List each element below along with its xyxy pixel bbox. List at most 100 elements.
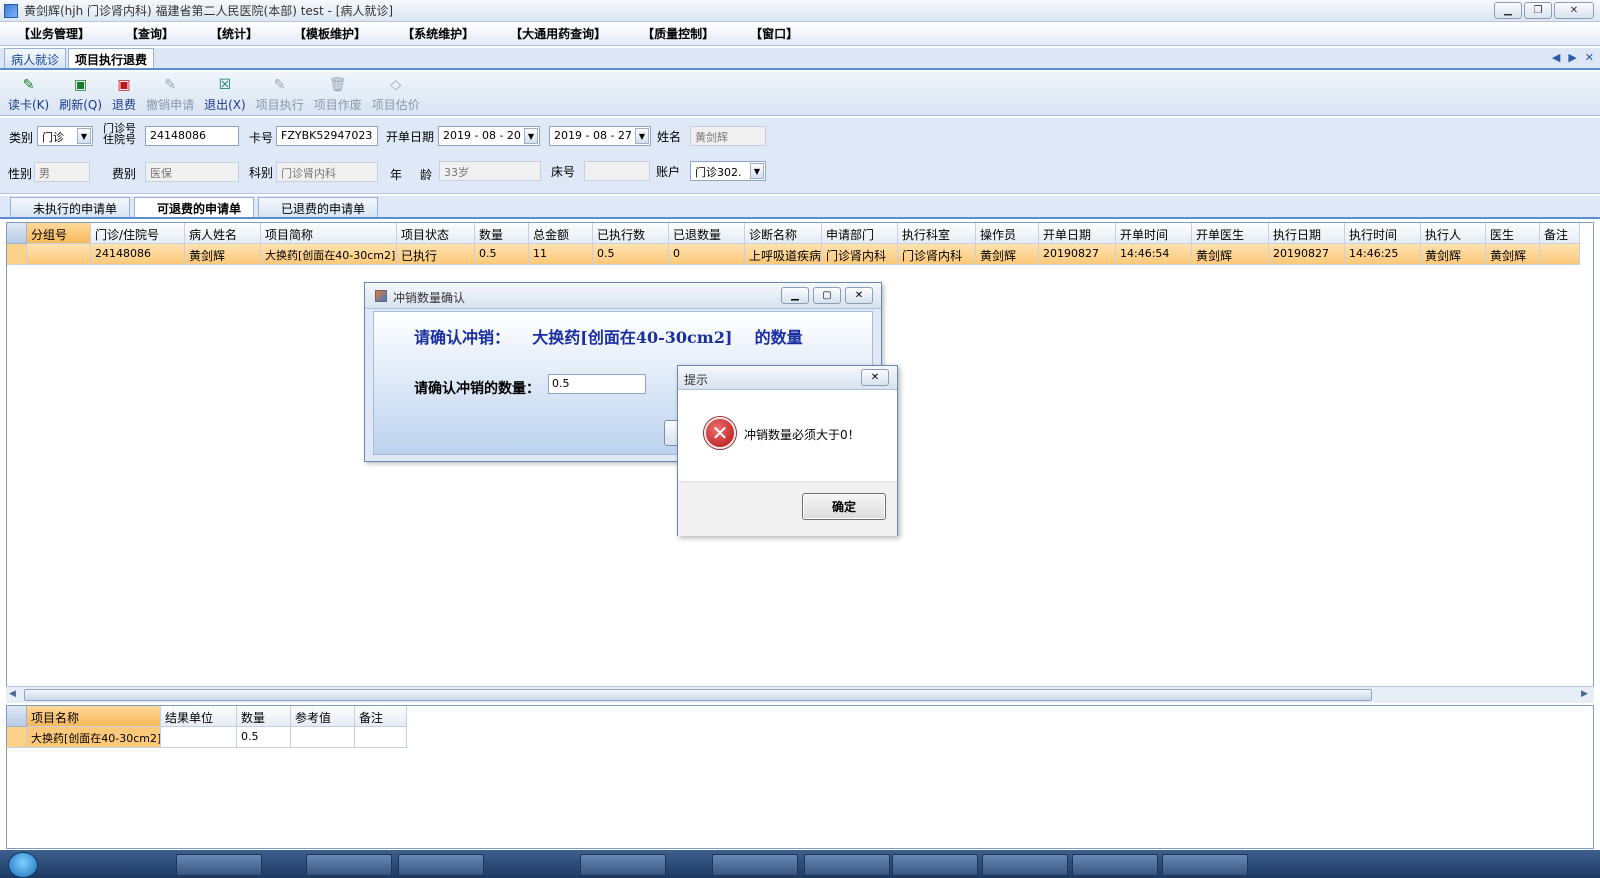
- title-bar: 黄剑辉(hjh 门诊肾内科) 福建省第二人民医院(本部) test - [病人就…: [0, 0, 1600, 22]
- execute-item-button[interactable]: ✎ 项目执行: [256, 72, 304, 113]
- scroll-thumb[interactable]: [24, 689, 1372, 701]
- scroll-left-icon[interactable]: ◀: [9, 689, 21, 701]
- col-doctor[interactable]: 医生: [1486, 223, 1540, 244]
- col-reference[interactable]: 参考值: [291, 706, 355, 727]
- alert-close-button[interactable]: ✕: [861, 369, 889, 386]
- exit-icon: ☒: [218, 77, 232, 93]
- taskbar-app[interactable]: [306, 854, 392, 876]
- dept-field[interactable]: 门诊肾内科: [276, 162, 378, 182]
- refresh-button[interactable]: ▣ 刷新(Q): [59, 72, 102, 113]
- tab-next-icon[interactable]: ▶: [1568, 51, 1576, 64]
- minimize-button[interactable]: ▁: [1494, 2, 1522, 19]
- tab-refunded-requests[interactable]: 已退费的申请单: [258, 197, 379, 217]
- menu-query[interactable]: 【查询】: [126, 25, 192, 42]
- gender-field[interactable]: 男: [34, 162, 90, 182]
- fee-type-field[interactable]: 医保: [145, 162, 239, 182]
- col-remark[interactable]: 备注: [1540, 223, 1580, 244]
- tab-unexecuted-requests[interactable]: 未执行的申请单: [10, 197, 131, 217]
- row-selector[interactable]: [7, 727, 27, 748]
- alert-ok-button[interactable]: 确定: [802, 493, 886, 520]
- void-item-button[interactable]: 🗑 项目作废: [314, 72, 362, 113]
- tab-close-icon[interactable]: ✕: [1585, 51, 1594, 64]
- tab-prev-icon[interactable]: ◀: [1552, 51, 1560, 64]
- category-select[interactable]: 门诊 ▼: [37, 126, 93, 146]
- col-detail-quantity[interactable]: 数量: [237, 706, 291, 727]
- col-patient-name[interactable]: 病人姓名: [185, 223, 261, 244]
- exit-button[interactable]: ☒ 退出(X): [204, 72, 246, 113]
- visit-no-input[interactable]: 24148086: [145, 126, 239, 146]
- restore-button[interactable]: ❐: [1524, 2, 1552, 19]
- col-executor[interactable]: 执行人: [1421, 223, 1486, 244]
- col-executed-count[interactable]: 已执行数: [593, 223, 669, 244]
- qty-input[interactable]: 0.5: [548, 374, 646, 394]
- col-item-short[interactable]: 项目简称: [261, 223, 397, 244]
- col-result-unit[interactable]: 结果单位: [161, 706, 237, 727]
- revoke-request-button[interactable]: ✎ 撤销申请: [146, 72, 194, 113]
- taskbar-app[interactable]: [804, 854, 890, 876]
- menu-business[interactable]: 【业务管理】: [18, 25, 108, 42]
- close-button[interactable]: ✕: [1554, 2, 1594, 19]
- date-from-picker[interactable]: 2019 - 08 - 20 ▼: [438, 126, 540, 146]
- col-detail-remark[interactable]: 备注: [355, 706, 407, 727]
- cell-executor: 黄剑辉: [1421, 244, 1486, 265]
- col-exec-date[interactable]: 执行日期: [1269, 223, 1345, 244]
- account-select[interactable]: 门诊302. ▼: [690, 161, 766, 181]
- tab-patient-visit[interactable]: 病人就诊: [4, 48, 67, 68]
- dialog-minimize-button[interactable]: ▁: [781, 287, 809, 304]
- col-visit-no[interactable]: 门诊/住院号: [91, 223, 185, 244]
- estimate-item-button[interactable]: ◇ 项目估价: [372, 72, 420, 113]
- taskbar-app[interactable]: [892, 854, 978, 876]
- col-open-time[interactable]: 开单时间: [1116, 223, 1192, 244]
- col-exec-dept[interactable]: 执行科室: [898, 223, 976, 244]
- card-no-input[interactable]: FZYBK52947023: [276, 126, 378, 146]
- col-open-date[interactable]: 开单日期: [1039, 223, 1116, 244]
- menu-window[interactable]: 【窗口】: [750, 25, 816, 42]
- cell-detail-quantity: 0.5: [237, 727, 291, 748]
- cell-diagnosis: 上呼吸道疾病: [745, 244, 822, 265]
- taskbar-app[interactable]: [580, 854, 666, 876]
- col-item-name[interactable]: 项目名称: [27, 706, 161, 727]
- chevron-down-icon[interactable]: ▼: [77, 128, 91, 144]
- col-operator[interactable]: 操作员: [976, 223, 1039, 244]
- col-diagnosis[interactable]: 诊断名称: [745, 223, 822, 244]
- menu-template[interactable]: 【模板维护】: [294, 25, 384, 42]
- menu-quality[interactable]: 【质量控制】: [642, 25, 732, 42]
- col-group-no[interactable]: 分组号: [27, 223, 91, 244]
- dialog-maximize-button[interactable]: ▢: [813, 287, 841, 304]
- col-item-status[interactable]: 项目状态: [397, 223, 475, 244]
- col-exec-time[interactable]: 执行时间: [1345, 223, 1421, 244]
- taskbar-app[interactable]: [1072, 854, 1158, 876]
- col-quantity[interactable]: 数量: [475, 223, 529, 244]
- taskbar-app[interactable]: [982, 854, 1068, 876]
- chevron-down-icon[interactable]: ▼: [524, 128, 538, 144]
- age-field[interactable]: 33岁: [439, 161, 541, 181]
- col-total-amount[interactable]: 总金额: [529, 223, 593, 244]
- read-card-button[interactable]: ✎ 读卡(K): [8, 72, 49, 113]
- table-row[interactable]: 大换药[创面在40-30cm2] 0.5: [7, 727, 407, 748]
- chevron-down-icon[interactable]: ▼: [635, 128, 649, 144]
- col-refunded-count[interactable]: 已退数量: [669, 223, 745, 244]
- chevron-down-icon[interactable]: ▼: [750, 163, 764, 179]
- menu-statistics[interactable]: 【统计】: [210, 25, 276, 42]
- taskbar-app[interactable]: [176, 854, 262, 876]
- dialog-app-icon: [375, 290, 387, 302]
- menu-system[interactable]: 【系统维护】: [402, 25, 492, 42]
- dialog-close-button[interactable]: ✕: [845, 287, 873, 304]
- patient-name-field[interactable]: 黄剑辉: [690, 126, 766, 146]
- scroll-right-icon[interactable]: ▶: [1581, 689, 1593, 701]
- refund-button[interactable]: ▣ 退费: [112, 72, 136, 113]
- menu-drug-query[interactable]: 【大通用药查询】: [510, 25, 624, 42]
- bed-field[interactable]: [584, 161, 650, 181]
- taskbar-app[interactable]: [712, 854, 798, 876]
- taskbar-app[interactable]: [1162, 854, 1248, 876]
- date-to-picker[interactable]: 2019 - 08 - 27 ▼: [549, 126, 651, 146]
- grid-horizontal-scrollbar[interactable]: ◀ ▶: [6, 686, 1594, 703]
- tab-item-refund[interactable]: 项目执行退费: [68, 48, 155, 68]
- col-request-dept[interactable]: 申请部门: [822, 223, 898, 244]
- table-row[interactable]: 24148086 黄剑辉 大换药[创面在40-30cm2] 已执行 0.5 11…: [7, 244, 1580, 265]
- tab-refundable-requests[interactable]: 可退费的申请单: [134, 197, 255, 217]
- row-selector[interactable]: [7, 244, 27, 265]
- start-button[interactable]: [8, 852, 38, 878]
- col-open-doctor[interactable]: 开单医生: [1192, 223, 1269, 244]
- taskbar-app[interactable]: [398, 854, 484, 876]
